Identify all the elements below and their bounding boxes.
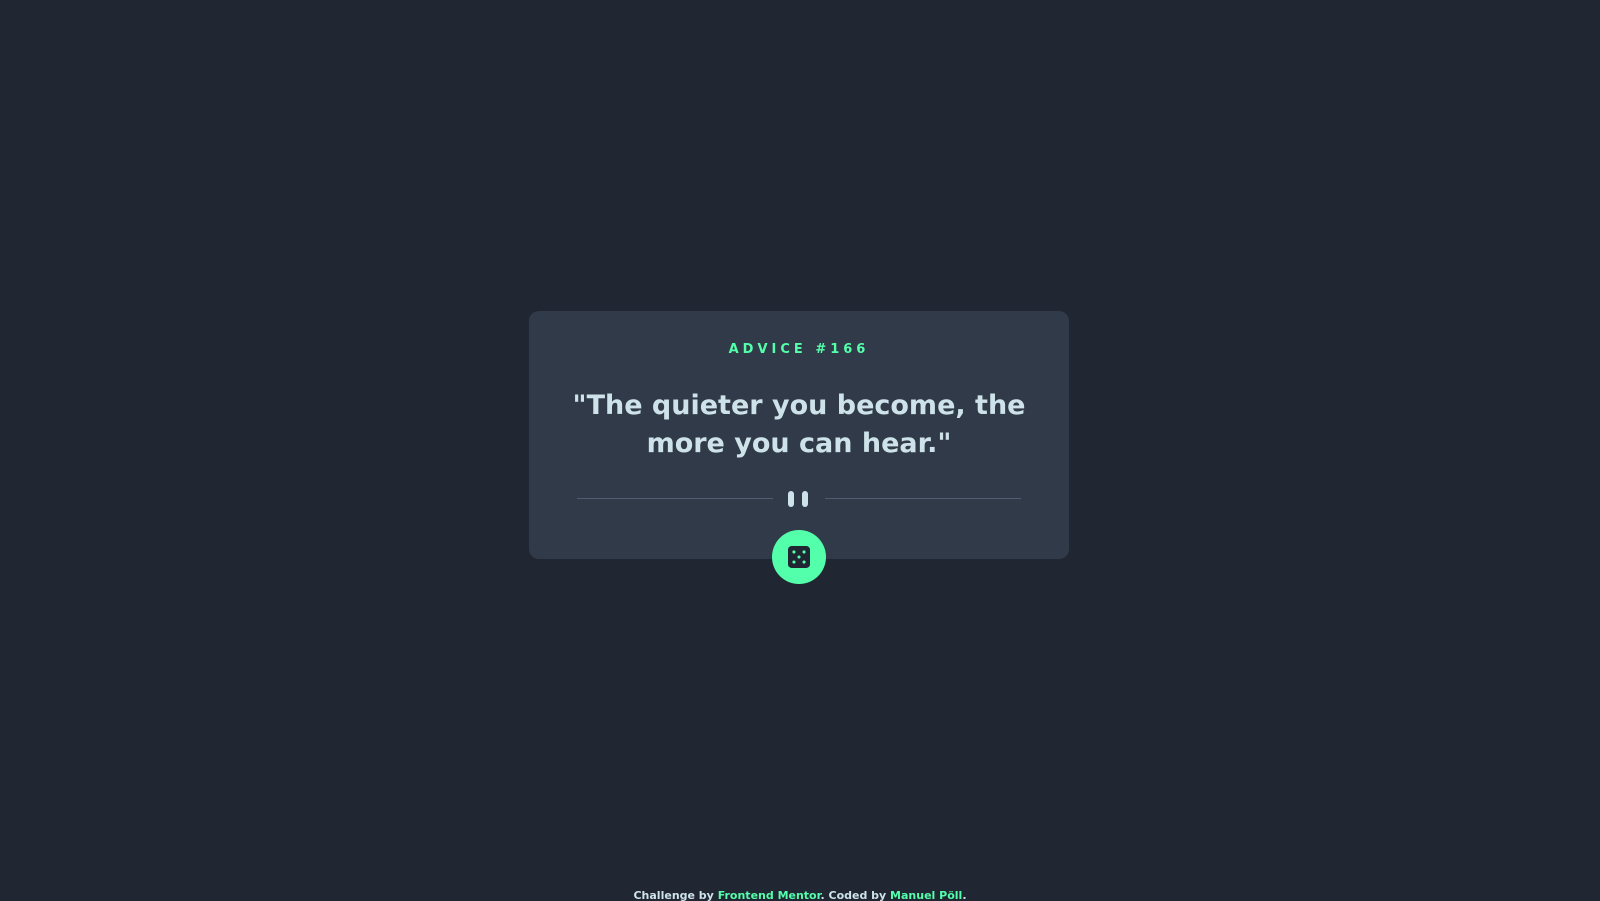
attribution: Challenge by Frontend Mentor. Coded by M… [0, 889, 1600, 901]
pattern-divider [577, 489, 1021, 509]
page: ADVICE #166 "The quieter you become, the… [0, 0, 1600, 901]
advice-quote: "The quieter you become, the more you ca… [572, 390, 1026, 459]
pause-bar-left [788, 491, 794, 507]
advice-card: ADVICE #166 "The quieter you become, the… [529, 311, 1069, 559]
dice-icon [788, 546, 810, 568]
pause-bar-right [802, 491, 808, 507]
new-advice-button[interactable] [772, 530, 826, 584]
divider-line-left [577, 498, 773, 499]
advice-number: ADVICE #166 [728, 342, 870, 357]
author-link[interactable]: Manuel Pöll [890, 889, 962, 901]
pause-icon [788, 491, 810, 507]
attribution-prefix: Challenge by [633, 889, 718, 901]
divider-line-right [825, 498, 1021, 499]
frontend-mentor-link[interactable]: Frontend Mentor [718, 889, 821, 901]
attribution-middle: . Coded by [820, 889, 891, 901]
attribution-suffix: . [962, 889, 967, 901]
